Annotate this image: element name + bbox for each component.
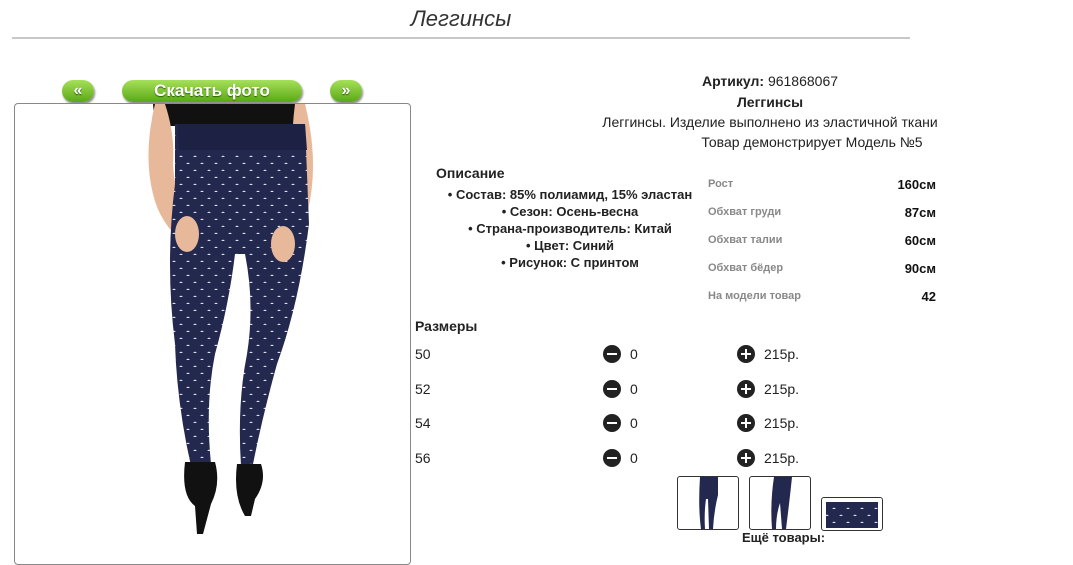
param-value: 87см — [904, 205, 936, 220]
product-short-description: Леггинсы. Изделие выполнено из эластично… — [602, 114, 938, 130]
price-value: 215р. — [764, 415, 800, 431]
article-value: 961868067 — [767, 73, 839, 89]
product-photo — [14, 103, 411, 565]
description-item: Рисунок: С принтом — [430, 254, 710, 271]
minus-icon[interactable] — [603, 449, 621, 467]
page-title: Леггинсы — [410, 6, 512, 31]
param-label: Обхват бёдер — [708, 262, 784, 274]
plus-icon[interactable] — [737, 449, 755, 467]
param-row: Обхват бёдер 90см — [708, 260, 938, 288]
thumbnail-image — [826, 502, 878, 528]
param-label: Обхват талии — [708, 234, 783, 246]
param-row: На модели товар 42 — [708, 288, 938, 316]
thumbnail-front[interactable] — [677, 476, 739, 530]
param-label: Рост — [708, 178, 734, 190]
size-label: 56 — [415, 450, 431, 466]
quantity-value: 0 — [630, 346, 638, 362]
minus-icon[interactable] — [603, 345, 621, 363]
model-note: Товар демонстрирует Модель №5 — [701, 134, 923, 150]
description-heading: Описание — [436, 165, 505, 181]
thumbnail-fabric[interactable] — [821, 497, 883, 531]
product-name: Леггинсы — [736, 94, 804, 110]
description-list: Состав: 85% полиамид, 15% эластан Сезон:… — [430, 186, 710, 271]
minus-icon[interactable] — [603, 414, 621, 432]
description-item: Страна-производитель: Китай — [430, 220, 710, 237]
download-photo-button[interactable]: Скачать фото — [122, 80, 302, 102]
size-row: 50 0 215р. — [415, 345, 815, 366]
next-photo-button[interactable]: » — [330, 80, 362, 102]
quantity-value: 0 — [630, 450, 638, 466]
title-divider — [12, 37, 910, 39]
more-products-heading: Ещё товары: — [742, 530, 826, 545]
size-row: 56 0 215р. — [415, 449, 815, 470]
param-value: 42 — [921, 289, 936, 304]
description-item: Состав: 85% полиамид, 15% эластан — [430, 186, 710, 203]
param-label: На модели товар — [708, 290, 802, 302]
size-label: 52 — [415, 381, 431, 397]
leggings-model-image — [148, 104, 314, 534]
price-value: 215р. — [764, 450, 800, 466]
size-row: 54 0 215р. — [415, 414, 815, 435]
sizes-heading: Размеры — [415, 318, 478, 334]
quantity-value: 0 — [630, 381, 638, 397]
article-line: Артикул: 961868067 — [560, 73, 980, 89]
size-row: 52 0 215р. — [415, 380, 815, 401]
param-value: 60см — [904, 233, 936, 248]
thumbnail-image — [699, 477, 718, 529]
prev-photo-button[interactable]: « — [62, 80, 94, 102]
param-value: 90см — [904, 261, 936, 276]
param-label: Обхват груди — [708, 206, 782, 218]
param-row: Обхват груди 87см — [708, 204, 938, 232]
description-item: Цвет: Синий — [430, 237, 710, 254]
param-value: 160см — [897, 177, 936, 192]
plus-icon[interactable] — [737, 414, 755, 432]
plus-icon[interactable] — [737, 345, 755, 363]
description-item: Сезон: Осень-весна — [430, 203, 710, 220]
price-value: 215р. — [764, 346, 800, 362]
price-value: 215р. — [764, 381, 800, 397]
quantity-value: 0 — [630, 415, 638, 431]
thumbnail-side[interactable] — [749, 476, 811, 530]
article-label: Артикул: — [701, 73, 765, 89]
minus-icon[interactable] — [603, 380, 621, 398]
thumbnail-image — [771, 477, 792, 529]
param-row: Обхват талии 60см — [708, 232, 938, 260]
size-label: 50 — [415, 346, 431, 362]
size-label: 54 — [415, 415, 431, 431]
model-parameters: Рост 160см Обхват груди 87см Обхват талии 6… — [708, 176, 938, 316]
param-row: Рост 160см — [708, 176, 938, 204]
plus-icon[interactable] — [737, 380, 755, 398]
